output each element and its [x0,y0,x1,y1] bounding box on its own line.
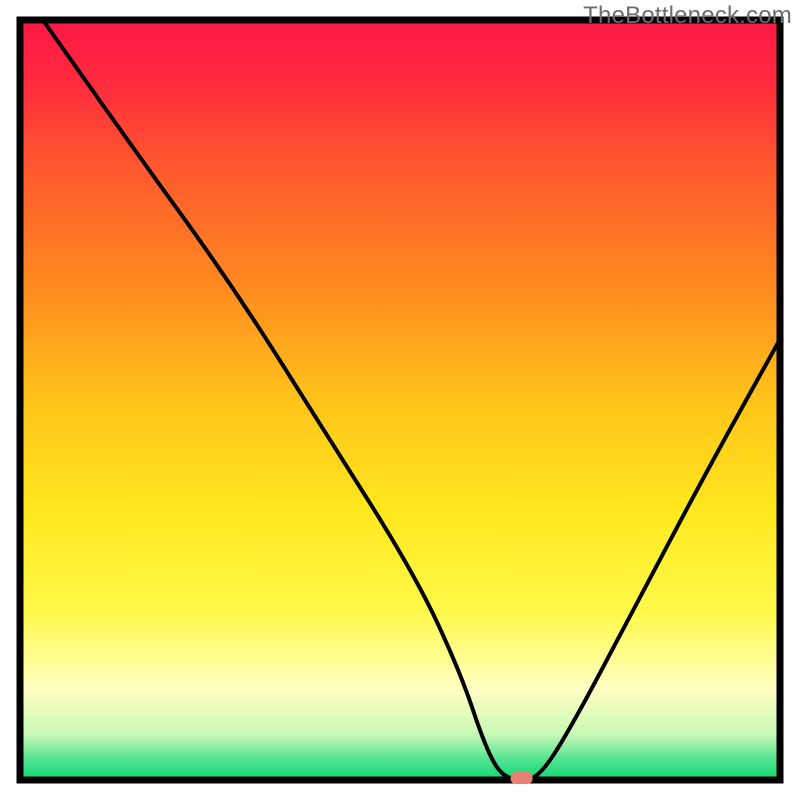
chart-canvas [0,0,800,800]
plot-background [20,20,780,780]
watermark-text: TheBottleneck.com [583,2,792,30]
bottleneck-chart: TheBottleneck.com [0,0,800,800]
optimal-point-marker [511,772,533,784]
